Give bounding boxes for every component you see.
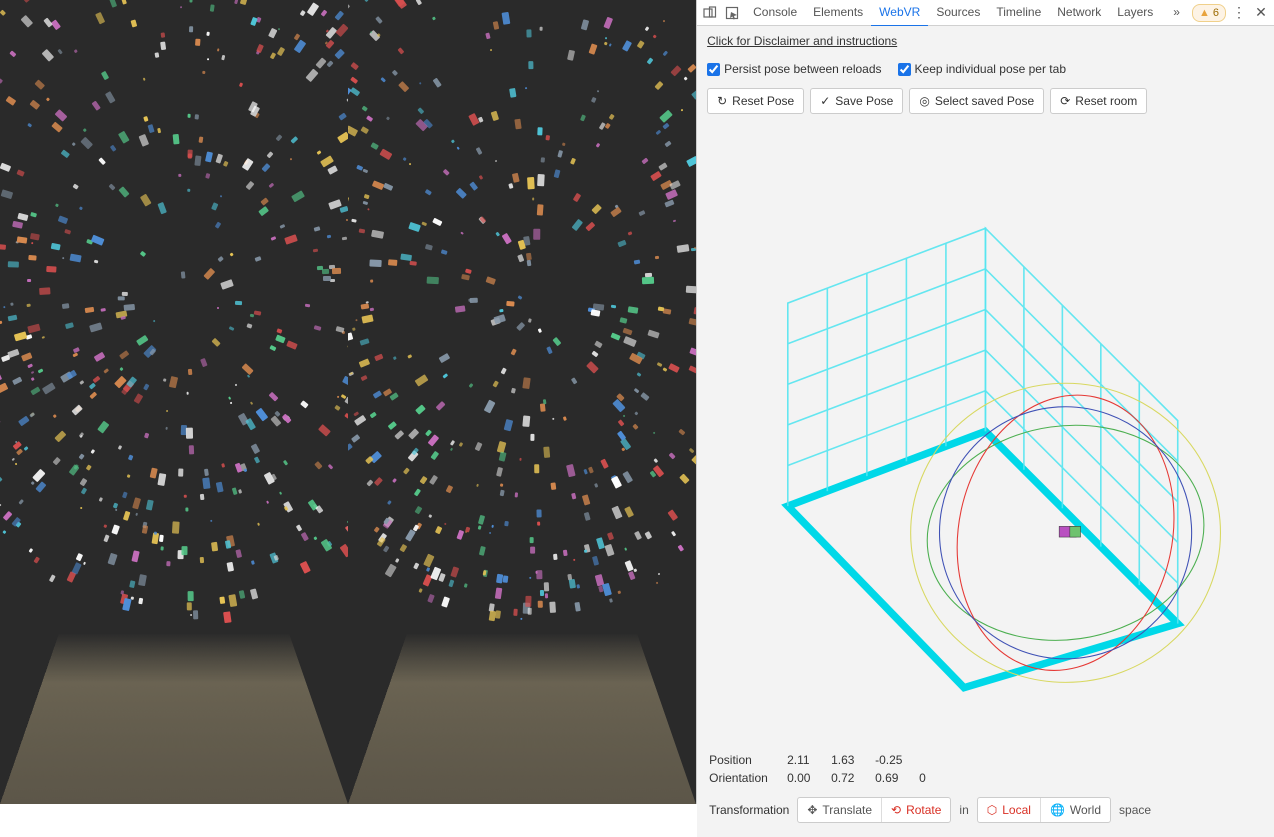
refresh-icon: ⟳	[1060, 94, 1070, 108]
orientation-x: 0.00	[787, 771, 831, 785]
rotate-label: Rotate	[906, 803, 941, 817]
save-pose-label: Save Pose	[835, 94, 893, 108]
devtools-menu-button[interactable]: ⋮	[1230, 4, 1248, 21]
ground-plane	[0, 633, 348, 804]
world-label: World	[1070, 803, 1101, 817]
vr-render-view	[0, 0, 696, 804]
devtools-toolbar: ConsoleElementsWebVRSourcesTimelineNetwo…	[697, 0, 1274, 26]
device-toggle-icon[interactable]	[701, 4, 719, 22]
globe-icon: 🌐	[1050, 803, 1065, 817]
in-word: in	[959, 803, 968, 817]
wall-grid-right	[986, 228, 1178, 623]
reset-room-label: Reset room	[1075, 94, 1137, 108]
select-saved-pose-button[interactable]: ◎ Select saved Pose	[909, 88, 1044, 114]
target-icon: ◎	[919, 94, 929, 108]
orientation-label: Orientation	[709, 771, 787, 785]
transform-space-group: ⬡ Local 🌐 World	[977, 797, 1111, 823]
position-x: 2.11	[787, 753, 831, 767]
persist-pose-checkbox[interactable]	[707, 63, 720, 76]
reset-room-button[interactable]: ⟳ Reset room	[1050, 88, 1147, 114]
orientation-row: Orientation 0.00 0.72 0.69 0	[709, 771, 1262, 785]
individual-pose-text: Keep individual pose per tab	[915, 62, 1066, 76]
webvr-panel: Click for Disclaimer and instructions Pe…	[697, 26, 1274, 837]
wall-grid-left	[788, 228, 986, 506]
rotate-button[interactable]: ⟲ Rotate	[882, 798, 950, 822]
room-svg	[697, 120, 1274, 743]
position-row: Position 2.11 1.63 -0.25	[709, 753, 1262, 767]
pose-readout: Position 2.11 1.63 -0.25 Orientation 0.0…	[697, 743, 1274, 837]
reset-pose-button[interactable]: ↻ Reset Pose	[707, 88, 804, 114]
right-eye-view	[348, 0, 696, 804]
rotate-icon: ⟲	[891, 803, 901, 817]
tab-layers[interactable]: Layers	[1109, 0, 1161, 27]
warnings-count: 6	[1213, 7, 1219, 19]
left-eye-view	[0, 0, 348, 804]
persist-pose-checkbox-label[interactable]: Persist pose between reloads	[707, 62, 881, 76]
transform-mode-group: ✥ Translate ⟲ Rotate	[797, 797, 951, 823]
position-y: 1.63	[831, 753, 875, 767]
tab-timeline[interactable]: Timeline	[988, 0, 1049, 27]
options-row: Persist pose between reloads Keep indivi…	[697, 56, 1274, 82]
devtools-tabs: ConsoleElementsWebVRSourcesTimelineNetwo…	[745, 0, 1161, 27]
transformation-label: Transformation	[709, 803, 789, 817]
position-z: -0.25	[875, 753, 919, 767]
individual-pose-checkbox[interactable]	[898, 63, 911, 76]
tab-sources[interactable]: Sources	[928, 0, 988, 27]
cube-icon: ⬡	[987, 803, 997, 817]
disclaimer-link[interactable]: Click for Disclaimer and instructions	[697, 26, 1274, 56]
select-saved-pose-label: Select saved Pose	[935, 94, 1034, 108]
orientation-z: 0.69	[875, 771, 919, 785]
space-word: space	[1119, 803, 1151, 817]
transformation-row: Transformation ✥ Translate ⟲ Rotate in ⬡	[709, 797, 1262, 823]
floor-outline	[788, 431, 1178, 687]
pose-button-row: ↻ Reset Pose ✓ Save Pose ◎ Select saved …	[697, 82, 1274, 120]
devtools-panel: ConsoleElementsWebVRSourcesTimelineNetwo…	[696, 0, 1274, 804]
devtools-close-button[interactable]: ✕	[1252, 4, 1270, 21]
tab-webvr[interactable]: WebVR	[871, 0, 928, 27]
warnings-badge[interactable]: ▲ 6	[1192, 4, 1226, 22]
translate-label: Translate	[822, 803, 872, 817]
reset-pose-label: Reset Pose	[732, 94, 794, 108]
orientation-w: 0	[919, 771, 963, 785]
rotation-gizmo	[898, 365, 1233, 700]
room-visualization[interactable]	[697, 120, 1274, 743]
tab-console[interactable]: Console	[745, 0, 805, 27]
warning-icon: ▲	[1199, 7, 1210, 19]
save-pose-button[interactable]: ✓ Save Pose	[810, 88, 903, 114]
refresh-icon: ↻	[717, 94, 727, 108]
stereo-container	[0, 0, 696, 804]
tab-elements[interactable]: Elements	[805, 0, 871, 27]
check-icon: ✓	[820, 94, 830, 108]
inspect-icon[interactable]	[723, 4, 741, 22]
individual-pose-checkbox-label[interactable]: Keep individual pose per tab	[898, 62, 1066, 76]
orientation-y: 0.72	[831, 771, 875, 785]
persist-pose-text: Persist pose between reloads	[724, 62, 881, 76]
translate-icon: ✥	[807, 803, 817, 817]
ground-plane	[348, 633, 696, 804]
translate-button[interactable]: ✥ Translate	[798, 798, 882, 822]
local-label: Local	[1002, 803, 1031, 817]
world-button[interactable]: 🌐 World	[1041, 798, 1110, 822]
tabs-overflow-button[interactable]: »	[1165, 0, 1188, 27]
tab-network[interactable]: Network	[1049, 0, 1109, 27]
position-label: Position	[709, 753, 787, 767]
local-button[interactable]: ⬡ Local	[978, 798, 1041, 822]
